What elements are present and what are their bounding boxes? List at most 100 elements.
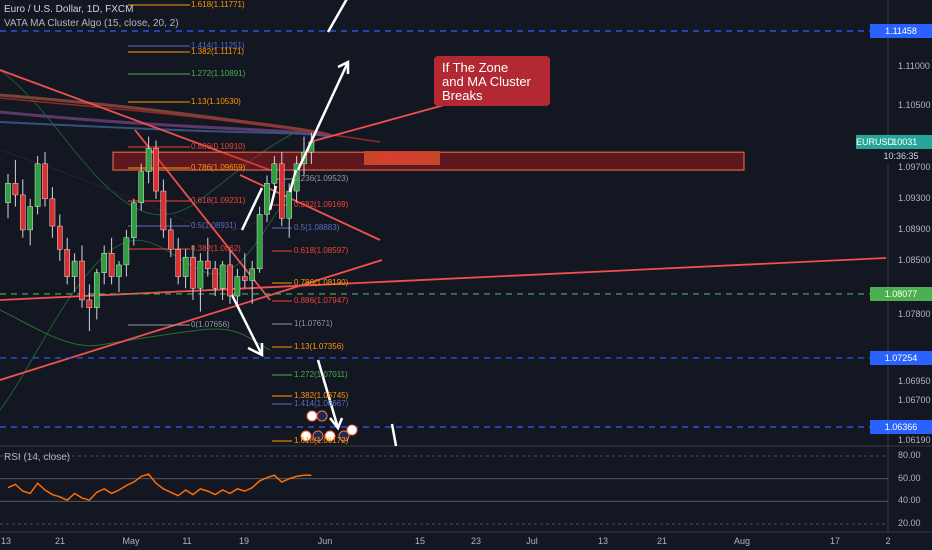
candle-body bbox=[116, 264, 122, 277]
rsi-axis-label: 80.00 bbox=[898, 450, 921, 460]
candle-body bbox=[57, 225, 63, 250]
price-badge: 1.08077 bbox=[870, 286, 932, 301]
candle-body bbox=[279, 163, 285, 219]
candle-body bbox=[130, 202, 137, 238]
callout-line-2: and MA Cluster bbox=[442, 74, 531, 89]
candle-body bbox=[123, 237, 130, 266]
fib-label: 0.236(1.09523) bbox=[294, 174, 349, 183]
candle-body bbox=[42, 163, 48, 200]
event-icon bbox=[346, 424, 358, 436]
fib-label: 0.886(0.10910) bbox=[191, 142, 246, 151]
candle-body bbox=[71, 260, 78, 277]
time-axis-label: 2 bbox=[885, 536, 891, 546]
fib-label: 1.618(1.06172) bbox=[294, 436, 349, 445]
price-badge: 1.07254 bbox=[870, 350, 932, 365]
fib-label: 0.786(1.08190) bbox=[294, 278, 349, 287]
candle-body bbox=[286, 190, 293, 219]
fib-label: 0.382(1.09169) bbox=[294, 200, 349, 209]
time-axis-label: 13 bbox=[597, 536, 609, 546]
time-axis-label: May bbox=[122, 536, 140, 546]
price-axis-label: 1.06700 bbox=[898, 395, 931, 406]
price-badge: 1.06366 bbox=[870, 420, 932, 434]
time-axis-label: 13 bbox=[0, 536, 12, 546]
fib-label: 1.618(1.11771) bbox=[191, 0, 245, 9]
price-axis-label: 1.09700 bbox=[898, 161, 931, 172]
event-icon bbox=[306, 410, 318, 422]
rsi-label: RSI (14, close) bbox=[4, 452, 71, 463]
time-axis-label: Jun bbox=[317, 536, 333, 546]
candle-body bbox=[153, 148, 159, 192]
time-axis-label: Jul bbox=[526, 536, 538, 546]
candle-body bbox=[160, 190, 167, 231]
fib-label: 0.5(1.08931) bbox=[191, 221, 237, 230]
time-axis-label: 21 bbox=[656, 536, 668, 546]
time-axis-label: 21 bbox=[54, 536, 66, 546]
candle-body bbox=[49, 198, 56, 227]
candle-body bbox=[27, 206, 34, 231]
fib-label: 1(1.07671) bbox=[294, 319, 333, 328]
rsi-axis-label: 60.00 bbox=[898, 472, 921, 483]
fib-label: 1.272(1.07011) bbox=[294, 370, 348, 379]
time-axis-label: 23 bbox=[470, 536, 482, 546]
candle-body bbox=[138, 171, 145, 203]
annotation-callout[interactable]: If The Zone and MA Cluster Breaks bbox=[434, 56, 550, 106]
time-axis-label: 15 bbox=[414, 536, 426, 546]
candle-body bbox=[234, 276, 241, 297]
fib-label: 1.382(1.11171) bbox=[191, 47, 245, 56]
candle-body bbox=[34, 163, 41, 207]
rsi-axis-label: 20.00 bbox=[898, 518, 921, 528]
candle-body bbox=[108, 253, 115, 277]
price-axis-label: 1.10500 bbox=[898, 99, 931, 110]
projection-arrow bbox=[230, 294, 264, 356]
fib-label: 1.13(1.07356) bbox=[294, 342, 344, 351]
price-axis-label: 1.11000 bbox=[898, 60, 930, 71]
candle-body bbox=[93, 272, 100, 308]
price-badge: 1.11458 bbox=[870, 24, 932, 38]
projection-arrow bbox=[390, 423, 398, 447]
fib-label: 0.618(1.08597) bbox=[294, 246, 349, 255]
candle-body bbox=[227, 264, 233, 297]
zone-label: VIKINSA bbox=[364, 151, 440, 165]
candle-body bbox=[212, 268, 219, 289]
fib-label: 0.618(1.09231) bbox=[191, 196, 246, 205]
candle-body bbox=[167, 229, 174, 250]
candle-body bbox=[190, 256, 196, 289]
candle-body bbox=[256, 214, 263, 270]
price-axis-label: 1.08900 bbox=[898, 223, 931, 234]
candle-body bbox=[101, 253, 107, 273]
price-axis-label: 1.06190 bbox=[898, 434, 931, 445]
indicator-label: VATA MA Cluster Algo (15, close, 20, 2) bbox=[4, 18, 179, 29]
fib-label: 0.886(1.07947) bbox=[294, 296, 349, 305]
fib-label: 1.13(1.10530) bbox=[191, 97, 241, 106]
fib-label: 0.786(1.09659) bbox=[191, 163, 246, 172]
fib-label: 0.5(1.08883) bbox=[294, 223, 340, 232]
price-badge: 10:36:35 bbox=[870, 148, 932, 163]
time-axis-label: 19 bbox=[238, 536, 250, 546]
ma-cluster-line bbox=[0, 179, 301, 411]
candle-body bbox=[12, 183, 19, 196]
projection-arrow bbox=[326, 0, 348, 33]
trendline bbox=[309, 103, 449, 143]
fib-label: 1.272(1.10891) bbox=[191, 69, 246, 78]
candle-body bbox=[86, 299, 93, 308]
fib-label: 1.414(1.06667) bbox=[294, 399, 349, 408]
rsi-line bbox=[7, 473, 312, 502]
symbol-badge: EURUSD bbox=[856, 134, 895, 149]
callout-line-1: If The Zone bbox=[442, 60, 509, 75]
candle-body bbox=[145, 148, 152, 172]
candle-body bbox=[197, 260, 204, 289]
candle-body bbox=[204, 260, 211, 270]
chart-stage: Euro / U.S. Dollar, 1D, FXCM VATA MA Clu… bbox=[0, 0, 932, 550]
candle-body bbox=[271, 163, 278, 184]
candle-body bbox=[182, 256, 189, 277]
price-axis-label: 1.09300 bbox=[898, 192, 931, 203]
price-axis-label: 1.06950 bbox=[898, 375, 931, 386]
fib-label: 0(1.07656) bbox=[191, 320, 230, 329]
candle-body bbox=[249, 268, 256, 281]
candle-body bbox=[219, 264, 226, 289]
candle-body bbox=[241, 276, 248, 281]
time-axis-label: Aug bbox=[733, 536, 751, 546]
fib-label: 0.382(1.0862) bbox=[191, 244, 241, 253]
time-axis-label: 11 bbox=[182, 536, 192, 546]
candle-body bbox=[64, 249, 70, 277]
